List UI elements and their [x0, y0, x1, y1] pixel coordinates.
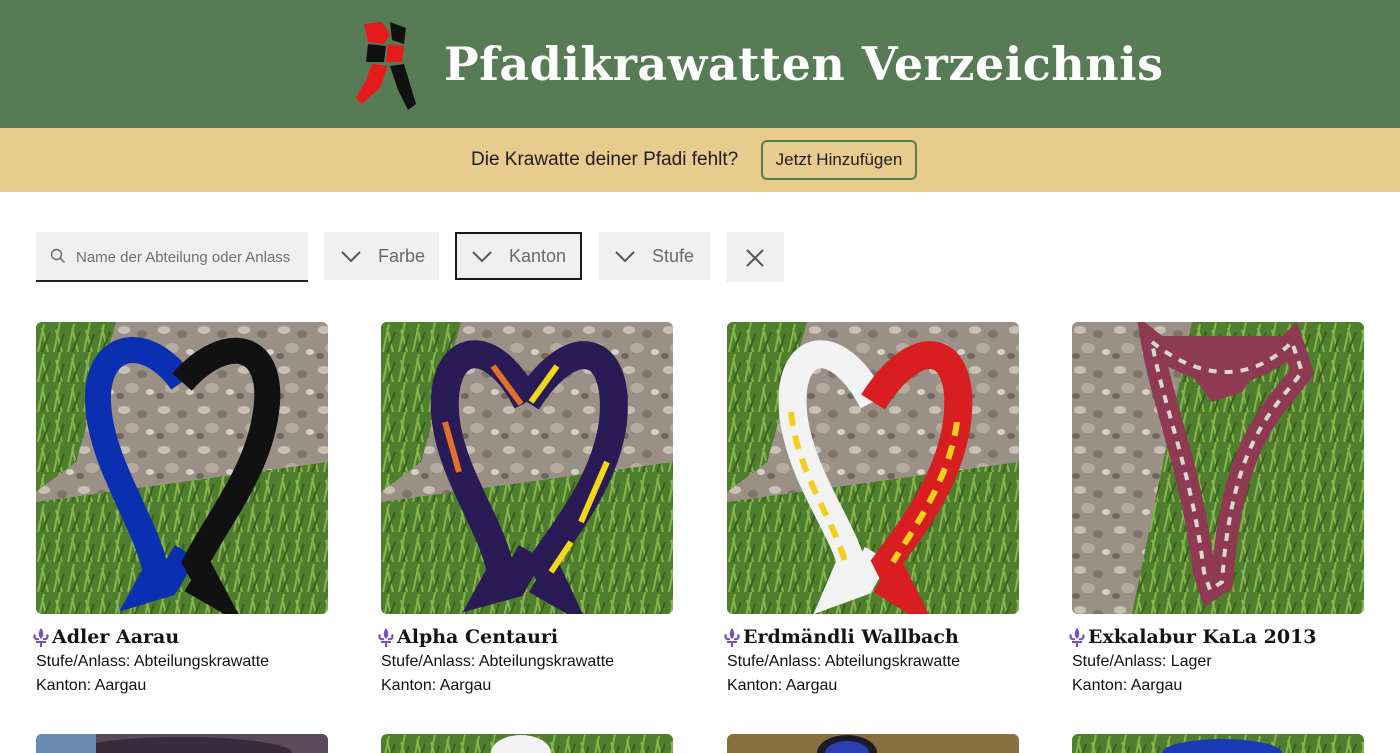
- filter-stufe-label: Stufe: [652, 246, 695, 266]
- tie-kanton: Kanton: Aargau: [727, 676, 837, 696]
- kanton-value: Aargau: [1130, 677, 1183, 694]
- kanton-label: Kanton:: [727, 677, 783, 694]
- stufe-value: Abteilungskrawatte: [133, 653, 270, 670]
- search-icon: [50, 248, 65, 263]
- tie-stufe: Stufe/Anlass: Abteilungskrawatte: [36, 652, 269, 672]
- fleur-de-lis-icon: [378, 628, 394, 647]
- tie-photo[interactable]: [1072, 322, 1364, 614]
- filter-stufe-dropdown[interactable]: Stufe: [598, 232, 710, 280]
- fleur-de-lis-icon: [724, 628, 740, 647]
- kanton-label: Kanton:: [36, 677, 92, 694]
- stufe-label: Stufe/Anlass:: [381, 653, 476, 670]
- kanton-value: Aargau: [785, 677, 838, 694]
- tie-name[interactable]: Alpha Centauri: [397, 624, 558, 650]
- tie-name[interactable]: Exkalabur KaLa 2013: [1088, 624, 1317, 650]
- tie-name[interactable]: Adler Aarau: [52, 624, 179, 650]
- search-input[interactable]: [76, 244, 300, 270]
- tie-photo[interactable]: [36, 322, 328, 614]
- site-title: Pfadikrawatten Verzeichnis: [444, 37, 1164, 91]
- tie-photo[interactable]: [381, 322, 673, 614]
- fleur-de-lis-icon: [33, 628, 49, 647]
- kanton-label: Kanton:: [1072, 677, 1128, 694]
- tie-card-partial[interactable]: [1072, 734, 1364, 753]
- tie-card-partial[interactable]: [36, 734, 328, 753]
- chevron-down-icon: [472, 251, 492, 263]
- tie-title-row: Exkalabur KaLa 2013: [1066, 624, 1317, 650]
- tie-name[interactable]: Erdmändli Wallbach: [743, 624, 959, 650]
- stufe-value: Lager: [1170, 653, 1212, 670]
- stufe-label: Stufe/Anlass:: [1072, 653, 1167, 670]
- fleur-de-lis-icon: [1069, 628, 1085, 647]
- kanton-value: Aargau: [439, 677, 492, 694]
- stufe-value: Abteilungskrawatte: [478, 653, 615, 670]
- tie-kanton: Kanton: Aargau: [1072, 676, 1182, 696]
- chevron-down-icon: [615, 251, 635, 263]
- tie-title-row: Adler Aarau: [30, 624, 179, 650]
- tie-stufe: Stufe/Anlass: Lager: [1072, 652, 1212, 672]
- tie-stufe: Stufe/Anlass: Abteilungskrawatte: [727, 652, 960, 672]
- scout-scarf-logo-icon[interactable]: [354, 18, 420, 112]
- tie-card-partial[interactable]: [727, 734, 1019, 753]
- banner-text: Die Krawatte deiner Pfadi fehlt?: [471, 149, 739, 170]
- chevron-down-icon: [341, 251, 361, 263]
- filter-kanton-label: Kanton: [509, 246, 567, 266]
- tie-photo[interactable]: [381, 734, 673, 753]
- clear-filters-button[interactable]: [726, 232, 784, 282]
- tie-title-row: Alpha Centauri: [375, 624, 558, 650]
- stufe-label: Stufe/Anlass:: [727, 653, 822, 670]
- filter-farbe-label: Farbe: [378, 246, 426, 266]
- close-icon: [746, 249, 764, 267]
- search-box: [36, 232, 308, 282]
- filter-kanton-dropdown[interactable]: Kanton: [455, 232, 582, 280]
- add-tie-button[interactable]: Jetzt Hinzufügen: [761, 140, 917, 180]
- tie-photo[interactable]: [1072, 734, 1364, 753]
- stufe-value: Abteilungskrawatte: [824, 653, 961, 670]
- tie-card-partial[interactable]: [381, 734, 673, 753]
- tie-photo[interactable]: [727, 322, 1019, 614]
- add-tie-banner: Die Krawatte deiner Pfadi fehlt?: [0, 128, 1400, 192]
- kanton-value: Aargau: [94, 677, 147, 694]
- tie-kanton: Kanton: Aargau: [36, 676, 146, 696]
- tie-photo[interactable]: [36, 734, 328, 753]
- tie-kanton: Kanton: Aargau: [381, 676, 491, 696]
- tie-title-row: Erdmändli Wallbach: [721, 624, 959, 650]
- filter-farbe-dropdown[interactable]: Farbe: [324, 232, 439, 280]
- tie-photo[interactable]: [727, 734, 1019, 753]
- kanton-label: Kanton:: [381, 677, 437, 694]
- site-header: Pfadikrawatten Verzeichnis: [0, 0, 1400, 128]
- stufe-label: Stufe/Anlass:: [36, 653, 131, 670]
- tie-stufe: Stufe/Anlass: Abteilungskrawatte: [381, 652, 614, 672]
